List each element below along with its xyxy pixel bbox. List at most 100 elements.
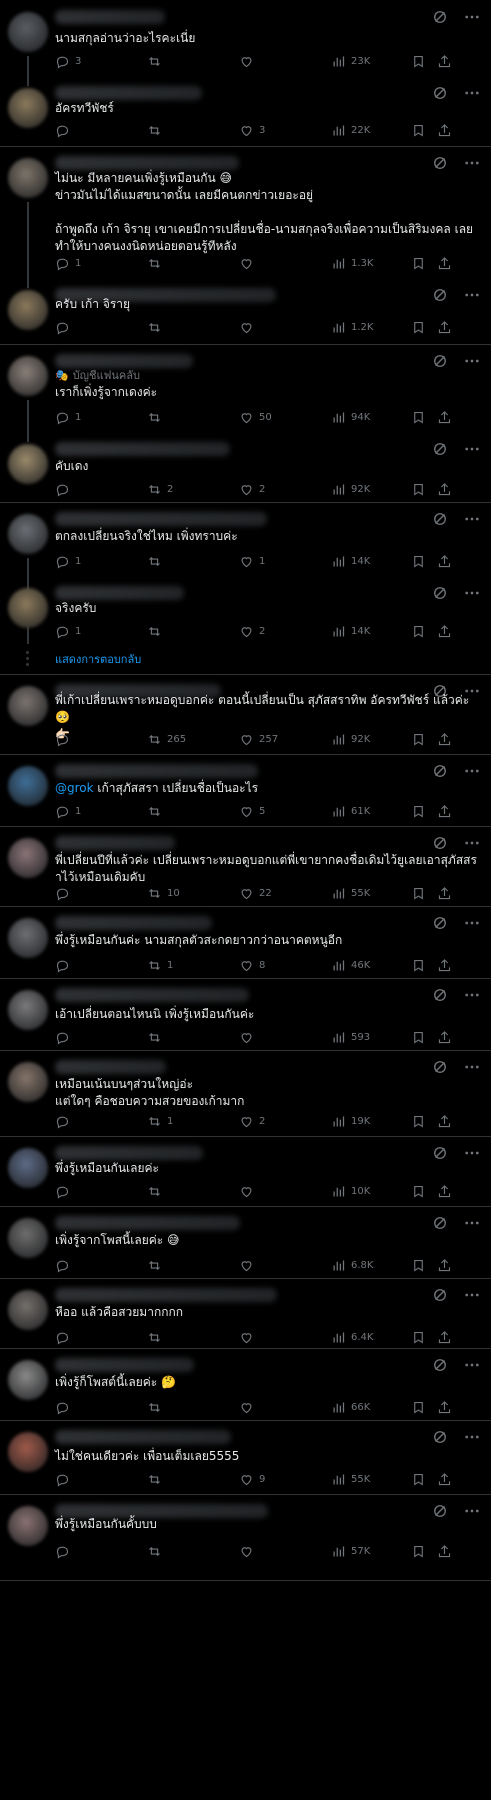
views-button[interactable]: 6.4K xyxy=(331,1330,411,1345)
share-button[interactable] xyxy=(437,482,455,497)
avatar[interactable] xyxy=(8,918,48,958)
retweet-button[interactable]: 1 xyxy=(147,958,239,973)
tweet[interactable]: พี่เก้าเปลี่ยนเพราะหมอดูบอกค่ะ ตอนนี้เปล… xyxy=(0,674,491,755)
bookmark-button[interactable] xyxy=(411,554,437,569)
grok-icon[interactable] xyxy=(431,1214,449,1232)
views-button[interactable]: 1.2K xyxy=(331,320,411,335)
tweet[interactable]: ตกลงเปลี่ยนจริงใช่ไหม เพิ่งทราบค่ะ 1 1 14K xyxy=(0,502,491,576)
bookmark-button[interactable] xyxy=(411,1472,437,1487)
grok-icon[interactable] xyxy=(431,440,449,458)
avatar[interactable] xyxy=(8,1218,48,1258)
retweet-button[interactable]: 10 xyxy=(147,886,239,901)
retweet-button[interactable] xyxy=(147,1330,239,1345)
views-button[interactable]: 66K xyxy=(331,1400,411,1415)
share-button[interactable] xyxy=(437,804,455,819)
views-button[interactable]: 10K xyxy=(331,1184,411,1199)
views-button[interactable]: 55K xyxy=(331,886,411,901)
bookmark-button[interactable] xyxy=(411,1544,437,1559)
views-button[interactable]: 57K xyxy=(331,1544,411,1559)
tweet[interactable]: เหมือนเน้นบนๆส่วนใหญ่อ่ะ แต่ใดๆ คือชอบคว… xyxy=(0,1050,491,1137)
retweet-button[interactable] xyxy=(147,804,239,819)
share-button[interactable] xyxy=(437,624,455,639)
like-button[interactable] xyxy=(239,1544,331,1559)
author-name-blurred[interactable] xyxy=(55,764,258,778)
retweet-button[interactable] xyxy=(147,1400,239,1415)
more-icon[interactable] xyxy=(463,1286,481,1304)
views-button[interactable]: 1.3K xyxy=(331,256,411,271)
views-button[interactable]: 61K xyxy=(331,804,411,819)
author-name-blurred[interactable] xyxy=(55,1216,240,1230)
author-name-blurred[interactable] xyxy=(55,988,249,1002)
share-button[interactable] xyxy=(437,1330,455,1345)
like-button[interactable] xyxy=(239,1400,331,1415)
retweet-button[interactable]: 1 xyxy=(147,1114,239,1129)
tweet[interactable]: จริงครับ 1 2 14K xyxy=(0,576,491,644)
retweet-button[interactable] xyxy=(147,1544,239,1559)
grok-icon[interactable] xyxy=(431,510,449,528)
mention-link[interactable]: @grok xyxy=(55,781,94,795)
more-icon[interactable] xyxy=(463,914,481,932)
share-button[interactable] xyxy=(437,320,455,335)
author-name-blurred[interactable] xyxy=(55,1430,231,1444)
like-button[interactable] xyxy=(239,320,331,335)
grok-icon[interactable] xyxy=(431,1356,449,1374)
avatar[interactable] xyxy=(8,290,48,330)
retweet-button[interactable] xyxy=(147,1258,239,1273)
reply-button[interactable] xyxy=(55,123,147,138)
views-button[interactable]: 22K xyxy=(331,123,411,138)
grok-icon[interactable] xyxy=(431,1286,449,1304)
views-button[interactable]: 46K xyxy=(331,958,411,973)
avatar[interactable] xyxy=(8,766,48,806)
tweet[interactable]: พึ่งรู้เหมือนกันเลยค่ะ 10K xyxy=(0,1136,491,1207)
avatar[interactable] xyxy=(8,1062,48,1102)
views-button[interactable]: 55K xyxy=(331,1472,411,1487)
reply-button[interactable] xyxy=(55,320,147,335)
like-button[interactable]: 3 xyxy=(239,123,331,138)
like-button[interactable]: 1 xyxy=(239,554,331,569)
avatar[interactable] xyxy=(8,158,48,198)
tweet[interactable]: อัครทวีพัชร์ 3 22K xyxy=(0,76,491,147)
bookmark-button[interactable] xyxy=(411,1030,437,1045)
tweet[interactable]: 🎭 บัญชีแฟนคลับ เราก็เพิ่งรู้จากเดงค่ะ 1 50 94… xyxy=(0,344,491,432)
share-button[interactable] xyxy=(437,410,455,425)
like-button[interactable]: 2 xyxy=(239,1114,331,1129)
like-button[interactable]: 257 xyxy=(239,732,331,747)
reply-button[interactable] xyxy=(55,1258,147,1273)
tweet[interactable]: พึ่งรู้เหมือนกันคั้บบบ 57K xyxy=(0,1494,491,1581)
more-icon[interactable] xyxy=(463,1214,481,1232)
bookmark-button[interactable] xyxy=(411,1184,437,1199)
share-button[interactable] xyxy=(437,1030,455,1045)
reply-button[interactable]: 1 xyxy=(55,554,147,569)
share-button[interactable] xyxy=(437,123,455,138)
bookmark-button[interactable] xyxy=(411,1114,437,1129)
more-icon[interactable] xyxy=(463,1356,481,1374)
share-button[interactable] xyxy=(437,1472,455,1487)
avatar[interactable] xyxy=(8,514,48,554)
views-button[interactable]: 94K xyxy=(331,410,411,425)
grok-icon[interactable] xyxy=(431,834,449,852)
author-name-blurred[interactable] xyxy=(55,10,165,24)
grok-icon[interactable] xyxy=(431,914,449,932)
author-name-blurred[interactable] xyxy=(55,1146,203,1160)
author-name-blurred[interactable] xyxy=(55,1358,194,1372)
tweet[interactable]: คับเดง 2 2 92K xyxy=(0,432,491,503)
reply-button[interactable] xyxy=(55,1184,147,1199)
grok-icon[interactable] xyxy=(431,352,449,370)
retweet-button[interactable] xyxy=(147,54,239,69)
reply-button[interactable] xyxy=(55,958,147,973)
more-icon[interactable] xyxy=(463,762,481,780)
bookmark-button[interactable] xyxy=(411,624,437,639)
avatar[interactable] xyxy=(8,1360,48,1400)
views-button[interactable]: 593 xyxy=(331,1030,411,1045)
avatar[interactable] xyxy=(8,1506,48,1546)
bookmark-button[interactable] xyxy=(411,1400,437,1415)
avatar[interactable] xyxy=(8,444,48,484)
share-button[interactable] xyxy=(437,732,455,747)
bookmark-button[interactable] xyxy=(411,1330,437,1345)
share-button[interactable] xyxy=(437,554,455,569)
reply-button[interactable] xyxy=(55,1330,147,1345)
author-name-blurred[interactable] xyxy=(55,1060,166,1074)
tweet[interactable]: ไม่ใช่คนเดียวค่ะ เพื่อนเต็มเลย5555 9 55K xyxy=(0,1420,491,1495)
share-button[interactable] xyxy=(437,54,455,69)
author-name-blurred[interactable] xyxy=(55,916,212,930)
